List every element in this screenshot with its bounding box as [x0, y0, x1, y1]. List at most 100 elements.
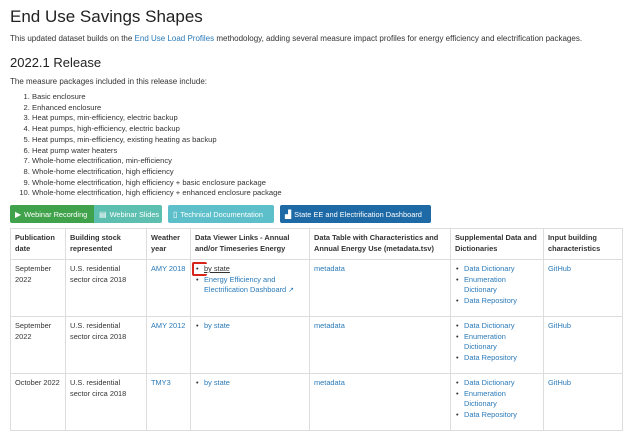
by-state-link[interactable]: by state	[192, 262, 230, 277]
dashboard-link-label: Energy Efficiency and Electrification Da…	[204, 274, 287, 295]
package-item: Whole-home electrification, high efficie…	[32, 167, 625, 178]
webinar-recording-label: Webinar Recording	[24, 209, 88, 219]
cell-publication-date: September 2022	[10, 259, 66, 318]
header-data-viewer: Data Viewer Links - Annual and/or Timese…	[190, 228, 310, 261]
github-link[interactable]: GitHub	[548, 378, 571, 387]
cell-data-viewer: by state	[190, 316, 310, 375]
play-icon: ▶	[15, 209, 22, 219]
list-item: Data Dictionary	[455, 264, 539, 275]
metadata-link[interactable]: metadata	[314, 321, 345, 330]
by-state-link[interactable]: by state	[204, 321, 230, 330]
data-repository-link[interactable]: Data Repository	[464, 410, 517, 419]
cell-supplemental: Data Dictionary Enumeration Dictionary D…	[450, 259, 544, 318]
list-item: Data Dictionary	[455, 378, 539, 389]
cell-input: GitHub	[543, 316, 623, 375]
table-header-row: Publication date Building stock represen…	[10, 228, 623, 261]
package-item: Whole-home electrification, high efficie…	[32, 178, 625, 189]
webinar-recording-button[interactable]: ▶ Webinar Recording	[10, 205, 94, 224]
document-icon: ▯	[173, 209, 178, 219]
data-dictionary-link[interactable]: Data Dictionary	[464, 321, 515, 330]
cell-weather-year: TMY3	[146, 373, 191, 432]
table-row: September 2022 U.S. residential sector c…	[10, 316, 623, 375]
cell-data-viewer: by state Energy Efficiency and Electrifi…	[190, 259, 310, 318]
cell-supplemental: Data Dictionary Enumeration Dictionary D…	[450, 373, 544, 432]
table-row: October 2022 U.S. residential sector cir…	[10, 373, 623, 432]
weather-year-link[interactable]: AMY 2018	[151, 264, 185, 273]
supplemental-list: Data Dictionary Enumeration Dictionary D…	[455, 321, 539, 363]
release-title: 2022.1 Release	[10, 55, 102, 70]
page-title: End Use Savings Shapes	[10, 7, 203, 26]
enumeration-dictionary-link[interactable]: Enumeration Dictionary	[464, 389, 506, 409]
package-item: Enhanced enclosure	[32, 103, 625, 114]
metadata-link[interactable]: metadata	[314, 264, 345, 273]
chart-icon: ▟	[285, 209, 292, 219]
header-data-table: Data Table with Characteristics and Annu…	[309, 228, 451, 261]
cell-metadata: metadata	[309, 373, 451, 432]
cell-building-stock: U.S. residential sector circa 2018	[65, 259, 147, 318]
weather-year-link[interactable]: AMY 2012	[151, 321, 185, 330]
end-use-load-profiles-link[interactable]: End Use Load Profiles	[135, 34, 215, 43]
header-publication-date: Publication date	[10, 228, 66, 261]
cell-publication-date: September 2022	[10, 316, 66, 375]
intro-paragraph: This updated dataset builds on the End U…	[10, 33, 625, 44]
metadata-link[interactable]: metadata	[314, 378, 345, 387]
package-item: Whole-home electrification, min-efficien…	[32, 156, 625, 167]
github-link[interactable]: GitHub	[548, 321, 571, 330]
enumeration-dictionary-link[interactable]: Enumeration Dictionary	[464, 332, 506, 352]
page: End Use Savings Shapes This updated data…	[0, 0, 635, 437]
data-viewer-list: by state Energy Efficiency and Electrifi…	[192, 262, 305, 297]
data-repository-link[interactable]: Data Repository	[464, 296, 517, 305]
dashboard-label: State EE and Electrification Dashboard	[294, 209, 422, 219]
list-item: Data Repository	[455, 296, 539, 307]
supplemental-list: Data Dictionary Enumeration Dictionary D…	[455, 264, 539, 306]
cell-building-stock: U.S. residential sector circa 2018	[65, 373, 147, 432]
list-item: Energy Efficiency and Electrification Da…	[195, 275, 305, 297]
enumeration-dictionary-link[interactable]: Enumeration Dictionary	[464, 275, 506, 295]
cell-weather-year: AMY 2012	[146, 316, 191, 375]
cell-building-stock: U.S. residential sector circa 2018	[65, 316, 147, 375]
slides-icon: ▤	[99, 209, 107, 219]
release-table: Publication date Building stock represen…	[10, 228, 623, 432]
data-dictionary-link[interactable]: Data Dictionary	[464, 378, 515, 387]
header-input-characteristics: Input building characteristics	[543, 228, 623, 261]
list-item: Enumeration Dictionary	[455, 332, 539, 353]
by-state-label: by state	[204, 264, 230, 274]
weather-year-link[interactable]: TMY3	[151, 378, 171, 387]
package-item: Heat pump water heaters	[32, 146, 625, 157]
webinar-slides-button[interactable]: ▤ Webinar Slides	[94, 205, 162, 224]
cell-data-viewer: by state	[190, 373, 310, 432]
package-item: Heat pumps, min-efficiency, existing hea…	[32, 135, 625, 146]
package-item: Whole-home electrification, high efficie…	[32, 188, 625, 199]
table-row: September 2022 U.S. residential sector c…	[10, 259, 623, 318]
header-supplemental: Supplemental Data and Dictionaries	[450, 228, 544, 261]
technical-documentation-label: Technical Documentation	[180, 209, 263, 219]
external-link-icon: ↗	[288, 287, 295, 295]
cell-publication-date: October 2022	[10, 373, 66, 432]
list-item: by state	[195, 321, 305, 332]
github-link[interactable]: GitHub	[548, 264, 571, 273]
list-item: Data Repository	[455, 353, 539, 364]
data-repository-link[interactable]: Data Repository	[464, 353, 517, 362]
list-item: Enumeration Dictionary	[455, 389, 539, 410]
package-item: Heat pumps, high-efficiency, electric ba…	[32, 124, 625, 135]
intro-text-before: This updated dataset builds on the	[10, 34, 135, 43]
dashboard-button[interactable]: ▟ State EE and Electrification Dashboard	[280, 205, 431, 224]
webinar-slides-label: Webinar Slides	[109, 209, 160, 219]
data-viewer-list: by state	[195, 378, 305, 389]
cell-input: GitHub	[543, 373, 623, 432]
by-state-link[interactable]: by state	[204, 378, 230, 387]
intro-text-after: methodology, adding several measure impa…	[214, 34, 583, 43]
data-viewer-list: by state	[195, 321, 305, 332]
header-weather-year: Weather year	[146, 228, 191, 261]
cell-supplemental: Data Dictionary Enumeration Dictionary D…	[450, 316, 544, 375]
cell-input: GitHub	[543, 259, 623, 318]
button-row: ▶ Webinar Recording ▤ Webinar Slides ▯ T…	[10, 205, 625, 224]
supplemental-list: Data Dictionary Enumeration Dictionary D…	[455, 378, 539, 420]
technical-documentation-button[interactable]: ▯ Technical Documentation	[168, 205, 274, 224]
header-building-stock: Building stock represented	[65, 228, 147, 261]
list-item: by state	[195, 378, 305, 389]
list-item: Data Dictionary	[455, 321, 539, 332]
list-item: Data Repository	[455, 410, 539, 421]
dashboard-link[interactable]: Energy Efficiency and Electrification Da…	[204, 275, 294, 295]
data-dictionary-link[interactable]: Data Dictionary	[464, 264, 515, 273]
